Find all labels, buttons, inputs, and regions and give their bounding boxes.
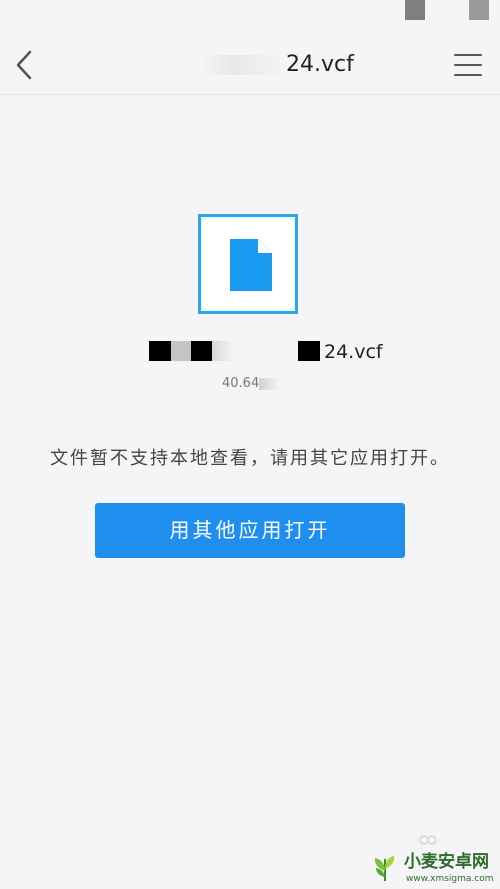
leaf-logo-icon [374,856,395,881]
file-type-icon [198,214,298,314]
redacted-block [191,341,212,361]
redacted-block [212,341,234,361]
navigation-bar: 24.vcf [0,36,500,95]
open-with-other-app-button[interactable]: 用其他应用打开 [95,503,405,558]
status-indicator [405,0,425,20]
redacted-title-part [200,55,286,75]
status-bar [0,0,500,36]
file-size-text: 40.64 [222,376,260,391]
site-watermark: 小麦安卓网 www.xmsigma.com [370,850,500,889]
file-preview-page: 24.vcf 24.vcf 40.64 文件暂不支持本地查看，请用其它应用打开。… [0,0,500,889]
menu-icon-line [454,74,482,76]
document-icon [230,239,272,291]
faint-watermark-icon [419,835,437,845]
watermark-name: 小麦安卓网 [404,852,489,872]
hamburger-menu-icon [454,54,482,56]
back-button[interactable] [10,48,40,82]
unsupported-message: 文件暂不支持本地查看，请用其它应用打开。 [50,448,450,469]
redacted-block [171,341,191,361]
page-title-text: 24.vcf [286,52,354,77]
redacted-block [149,341,171,361]
file-name: 24.vcf [0,338,500,366]
page-title: 24.vcf [200,48,400,82]
watermark-url: www.xmsigma.com [406,874,494,884]
menu-button[interactable] [452,50,484,80]
file-name-text: 24.vcf [324,341,383,363]
menu-icon-line [454,64,482,66]
chevron-left-icon [16,50,32,80]
file-size: 40.64 [222,374,282,394]
redacted-size-unit [259,377,282,390]
status-indicator [469,0,489,20]
redacted-block [298,341,320,361]
